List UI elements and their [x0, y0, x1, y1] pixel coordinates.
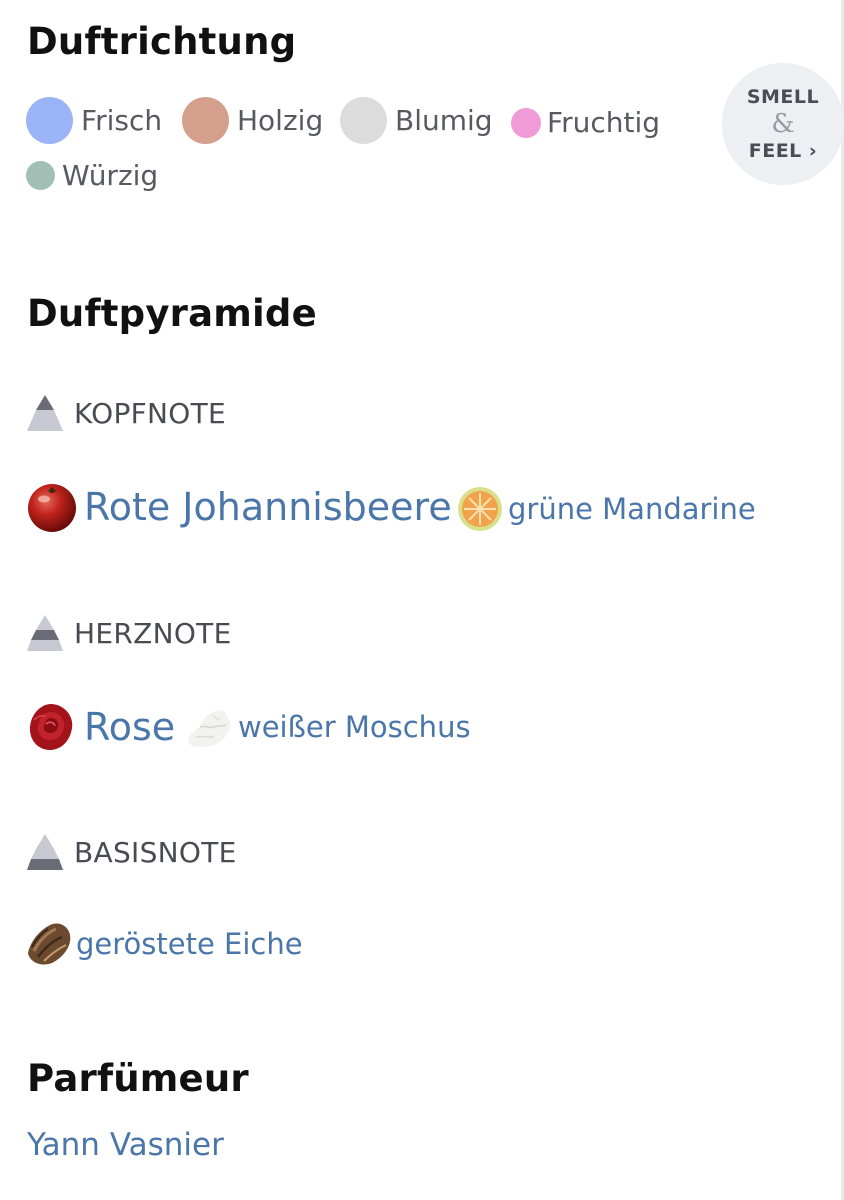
pyramid-base-icon	[27, 834, 63, 870]
accord-fruchtig[interactable]: Fruchtig	[511, 106, 660, 139]
accord-blumig[interactable]: Blumig	[340, 97, 493, 144]
top-note-label: KOPFNOTE	[74, 396, 227, 430]
accord-label: Würzig	[62, 159, 159, 192]
heart-note-header: HERZNOTE	[26, 614, 232, 652]
pyramid-top-icon	[27, 395, 63, 431]
top-note-header: KOPFNOTE	[26, 394, 226, 432]
accord-color-dot	[340, 97, 387, 144]
accord-label: Blumig	[395, 104, 493, 137]
smell-and-feel-button[interactable]: SMELL & FEEL ›	[722, 63, 844, 185]
duftpyramide-title: Duftpyramide	[27, 292, 317, 335]
ampersand-label: &	[771, 109, 795, 139]
note-label: weißer Moschus	[238, 710, 471, 744]
red-currant-icon	[28, 484, 76, 532]
note-weisser-moschus[interactable]: weißer Moschus	[184, 703, 471, 751]
rose-icon	[29, 704, 73, 750]
note-gruene-mandarine[interactable]: grüne Mandarine	[456, 485, 756, 533]
base-note-label: BASISNOTE	[74, 835, 237, 869]
mandarin-icon	[458, 487, 502, 531]
accord-holzig[interactable]: Holzig	[182, 97, 323, 144]
note-geroestete-eiche[interactable]: geröstete Eiche	[24, 919, 303, 969]
note-label: geröstete Eiche	[76, 927, 303, 961]
note-rote-johannisbeere[interactable]: Rote Johannisbeere	[26, 481, 452, 533]
feel-label: FEEL ›	[748, 140, 818, 162]
accord-label: Fruchtig	[547, 106, 660, 139]
accord-wuerzig[interactable]: Würzig	[26, 159, 158, 192]
pyramid-heart-icon	[27, 615, 63, 651]
accord-color-dot	[26, 97, 73, 144]
accord-label: Holzig	[237, 104, 324, 137]
accord-color-dot	[182, 97, 229, 144]
accord-frisch[interactable]: Frisch	[26, 97, 162, 144]
duftrichtung-title: Duftrichtung	[27, 20, 297, 63]
roasted-oak-icon	[28, 923, 71, 965]
perfumer-link[interactable]: Yann Vasnier	[27, 1127, 224, 1163]
accord-color-dot	[26, 161, 55, 190]
heart-note-label: HERZNOTE	[74, 616, 232, 650]
note-rose[interactable]: Rose	[24, 700, 175, 754]
white-musk-icon	[188, 710, 231, 747]
accord-color-dot	[511, 107, 541, 138]
note-label: Rose	[84, 705, 176, 749]
base-note-header: BASISNOTE	[26, 833, 237, 871]
accord-label: Frisch	[81, 104, 163, 137]
note-label: grüne Mandarine	[508, 492, 756, 526]
note-label: Rote Johannisbeere	[84, 485, 452, 529]
parfumeur-title: Parfümeur	[27, 1057, 249, 1100]
smell-label: SMELL	[746, 86, 820, 108]
